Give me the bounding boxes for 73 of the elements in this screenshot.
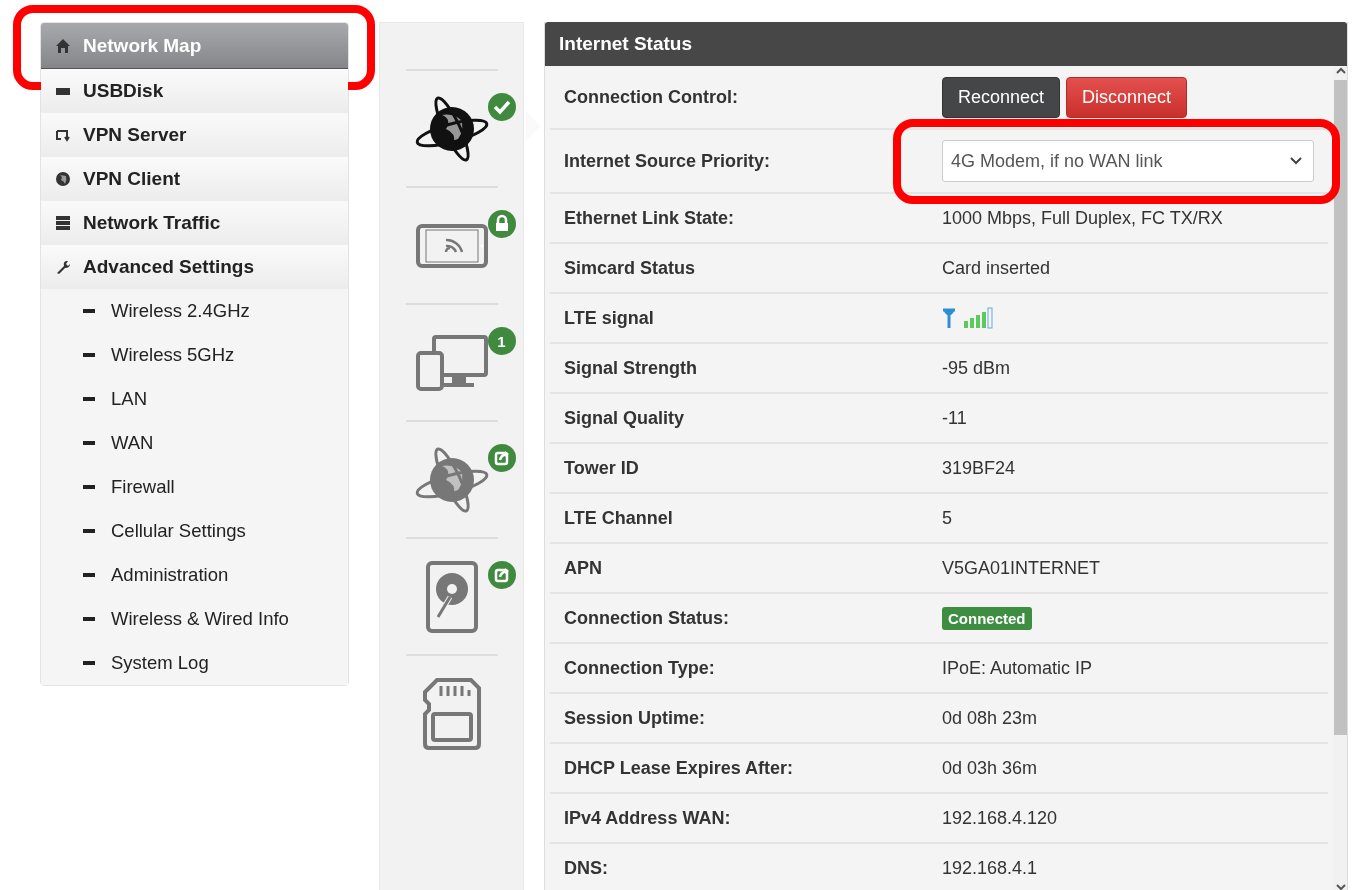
sidebar-item[interactable]: System Log <box>41 641 348 685</box>
field-value: 5 <box>942 507 952 529</box>
sidebar-item[interactable]: VPN Server <box>41 113 348 157</box>
share-badge-icon <box>487 561 516 589</box>
chevron-down-icon <box>1289 156 1303 166</box>
dash-icon <box>83 397 95 401</box>
field-value: 1000 Mbps, Full Duplex, FC TX/RX <box>942 207 1223 229</box>
field-value: 192.168.4.120 <box>942 807 1058 829</box>
field-value: -95 dBm <box>942 357 1011 379</box>
dash-icon <box>83 353 95 357</box>
sidebar-item[interactable]: Firewall <box>41 465 348 509</box>
dash-icon <box>83 661 95 665</box>
field-value: IPoE: Automatic IP <box>942 657 1093 679</box>
field-value: 0d 03h 36m <box>942 757 1038 779</box>
sidebar-item[interactable]: VPN Client <box>41 157 348 201</box>
sidebar-item[interactable]: Wireless & Wired Info <box>41 597 348 641</box>
field-value: 192.168.4.1 <box>942 857 1038 879</box>
globe-icon <box>55 171 71 187</box>
field-label: Ethernet Link State: <box>564 207 736 229</box>
field-label: LTE Channel <box>564 507 674 529</box>
sidebar-item[interactable]: Administration <box>41 553 348 597</box>
scroll-down-icon[interactable] <box>1335 882 1347 890</box>
disconnect-button[interactable]: Disconnect <box>1066 76 1188 118</box>
field-label: Signal Quality <box>564 407 686 429</box>
field-label: IPv4 Address WAN: <box>564 807 732 829</box>
sidebar-item[interactable]: LAN <box>41 377 348 421</box>
count-badge: 1 <box>487 327 516 355</box>
field-value: 0d 08h 23m <box>942 707 1038 729</box>
dash-icon <box>83 485 95 489</box>
field-label: Connection Type: <box>564 657 716 679</box>
field-label: Signal Strength <box>564 357 698 379</box>
check-badge-icon <box>487 93 516 121</box>
priority-select[interactable]: 4G Modem, if no WAN link <box>942 140 1314 182</box>
field-label: LTE signal <box>564 307 655 329</box>
field-value: V5GA01INTERNET <box>942 557 1101 579</box>
field-label: Simcard Status <box>564 257 697 279</box>
sidebar-item[interactable]: Wireless 2.4GHz <box>41 289 348 333</box>
field-label: DNS: <box>564 857 609 879</box>
dash-icon <box>83 573 95 577</box>
field-label: Tower ID <box>564 457 640 479</box>
field-value: Card inserted <box>942 257 1051 279</box>
sidebar-item[interactable]: USBDisk <box>41 69 348 113</box>
field-label: DHCP Lease Expires After: <box>564 757 795 779</box>
field-label: APN <box>564 557 603 579</box>
field-label: Session Uptime: <box>564 707 707 729</box>
sidebar-item[interactable]: Network Traffic <box>41 201 348 245</box>
home-icon <box>55 37 71 54</box>
dash-icon <box>83 617 95 621</box>
dash-icon <box>83 529 95 533</box>
dash-icon <box>83 441 95 445</box>
field-value: 319BF24 <box>942 457 1016 479</box>
sd-card-icon <box>422 677 481 750</box>
sidebar-item[interactable]: Advanced Settings <box>41 245 348 289</box>
panel-title: Internet Status <box>545 22 1347 66</box>
scrollbar[interactable] <box>1333 66 1347 890</box>
share-badge-icon <box>487 444 516 472</box>
dash-icon <box>83 309 95 313</box>
status-badge: Connected <box>942 606 1032 630</box>
lock-badge-icon <box>487 210 516 238</box>
field-label: Connection Control: <box>564 86 739 108</box>
sidebar-item[interactable]: Wireless 5GHz <box>41 333 348 377</box>
field-label: Internet Source Priority: <box>564 150 772 172</box>
sidebar-item[interactable]: Cellular Settings <box>41 509 348 553</box>
server-icon <box>55 215 71 231</box>
tablet-icon <box>415 223 488 268</box>
scroll-up-icon[interactable] <box>1335 66 1347 76</box>
wrench-icon <box>55 259 71 275</box>
sidebar-item[interactable]: WAN <box>41 421 348 465</box>
devices-icon <box>415 334 488 391</box>
field-value: -11 <box>942 407 967 429</box>
swap-icon <box>55 127 71 143</box>
field-label: Connection Status: <box>564 607 730 629</box>
reconnect-button[interactable]: Reconnect <box>942 76 1061 118</box>
